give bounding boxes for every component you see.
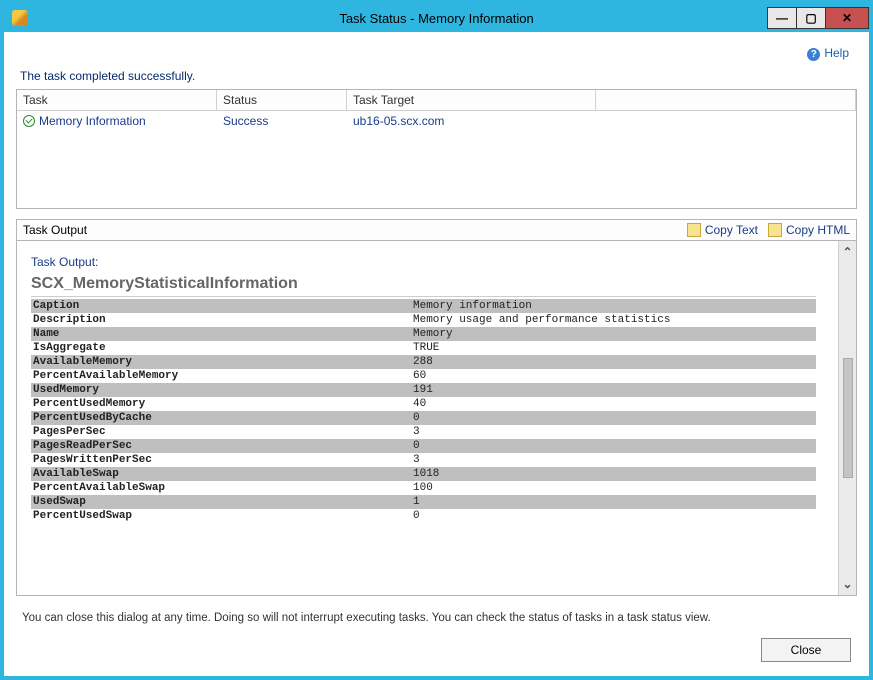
kv-row: CaptionMemory information bbox=[31, 299, 816, 313]
help-icon: ? bbox=[807, 48, 820, 61]
cell-status: Success bbox=[217, 111, 347, 131]
kv-key: PagesReadPerSec bbox=[31, 439, 411, 453]
copy-html-label: Copy HTML bbox=[786, 223, 850, 237]
scroll-thumb[interactable] bbox=[843, 358, 853, 478]
cell-empty bbox=[596, 111, 856, 131]
kv-row: PercentUsedSwap0 bbox=[31, 509, 816, 523]
kv-row: PercentAvailableMemory60 bbox=[31, 369, 816, 383]
maximize-button[interactable]: ▢ bbox=[796, 7, 826, 29]
status-message: The task completed successfully. bbox=[16, 63, 857, 89]
help-row: ? Help bbox=[16, 42, 857, 63]
kv-value: 0 bbox=[411, 439, 816, 453]
copy-text-label: Copy Text bbox=[705, 223, 758, 237]
kv-row: PagesPerSec3 bbox=[31, 425, 816, 439]
help-label: Help bbox=[824, 46, 849, 60]
task-name: Memory Information bbox=[39, 114, 146, 128]
kv-row: PercentUsedByCache0 bbox=[31, 411, 816, 425]
kv-value: 40 bbox=[411, 397, 816, 411]
kv-row: DescriptionMemory usage and performance … bbox=[31, 313, 816, 327]
kv-key: Caption bbox=[31, 299, 411, 313]
kv-key: PagesPerSec bbox=[31, 425, 411, 439]
app-icon bbox=[12, 10, 28, 26]
kv-value: Memory usage and performance statistics bbox=[411, 313, 816, 327]
col-header-status[interactable]: Status bbox=[217, 90, 347, 110]
copy-icon bbox=[687, 223, 701, 237]
window-controls: — ▢ ✕ bbox=[768, 7, 869, 29]
task-table-header: Task Status Task Target bbox=[17, 90, 856, 111]
kv-row: PagesWrittenPerSec3 bbox=[31, 453, 816, 467]
kv-row: UsedSwap1 bbox=[31, 495, 816, 509]
scroll-down-icon[interactable]: ⌄ bbox=[842, 577, 852, 591]
copy-text-button[interactable]: Copy Text bbox=[687, 223, 758, 237]
kv-row: IsAggregateTRUE bbox=[31, 341, 816, 355]
kv-table: CaptionMemory informationDescriptionMemo… bbox=[31, 299, 816, 523]
table-row[interactable]: Memory Information Success ub16-05.scx.c… bbox=[17, 111, 856, 131]
minimize-button[interactable]: — bbox=[767, 7, 797, 29]
success-icon bbox=[23, 115, 35, 127]
kv-value: Memory information bbox=[411, 299, 816, 313]
window-close-button[interactable]: ✕ bbox=[825, 7, 869, 29]
cell-task: Memory Information bbox=[17, 111, 217, 131]
kv-row: AvailableSwap1018 bbox=[31, 467, 816, 481]
kv-value: 3 bbox=[411, 453, 816, 467]
kv-row: PagesReadPerSec0 bbox=[31, 439, 816, 453]
window-frame: Task Status - Memory Information — ▢ ✕ ?… bbox=[0, 0, 873, 680]
kv-value: Memory bbox=[411, 327, 816, 341]
output-header-label: Task Output bbox=[23, 223, 87, 237]
col-header-target[interactable]: Task Target bbox=[347, 90, 596, 110]
kv-key: PercentUsedSwap bbox=[31, 509, 411, 523]
kv-key: PercentUsedMemory bbox=[31, 397, 411, 411]
kv-row: PercentUsedMemory40 bbox=[31, 397, 816, 411]
kv-row: PercentAvailableSwap100 bbox=[31, 481, 816, 495]
cell-target: ub16-05.scx.com bbox=[347, 111, 596, 131]
titlebar[interactable]: Task Status - Memory Information — ▢ ✕ bbox=[4, 4, 869, 32]
copy-html-button[interactable]: Copy HTML bbox=[768, 223, 850, 237]
content-area: ? Help The task completed successfully. T… bbox=[4, 32, 869, 676]
copy-icon bbox=[768, 223, 782, 237]
scrollbar[interactable]: ⌃ ⌄ bbox=[838, 241, 856, 595]
kv-key: UsedMemory bbox=[31, 383, 411, 397]
kv-value: 0 bbox=[411, 411, 816, 425]
close-button[interactable]: Close bbox=[761, 638, 851, 662]
kv-value: TRUE bbox=[411, 341, 816, 355]
output-panel: Task Output: SCX_MemoryStatisticalInform… bbox=[16, 241, 857, 596]
help-link[interactable]: ? Help bbox=[807, 46, 849, 60]
kv-row: NameMemory bbox=[31, 327, 816, 341]
kv-key: AvailableMemory bbox=[31, 355, 411, 369]
kv-key: AvailableSwap bbox=[31, 467, 411, 481]
col-header-task[interactable]: Task bbox=[17, 90, 217, 110]
kv-key: PercentAvailableMemory bbox=[31, 369, 411, 383]
kv-value: 1018 bbox=[411, 467, 816, 481]
kv-key: PagesWrittenPerSec bbox=[31, 453, 411, 467]
kv-value: 1 bbox=[411, 495, 816, 509]
scroll-up-icon[interactable]: ⌃ bbox=[842, 245, 852, 259]
kv-key: PercentAvailableSwap bbox=[31, 481, 411, 495]
window-title: Task Status - Memory Information bbox=[4, 11, 869, 26]
task-output-label: Task Output: bbox=[31, 255, 816, 269]
kv-value: 3 bbox=[411, 425, 816, 439]
kv-key: Description bbox=[31, 313, 411, 327]
kv-value: 100 bbox=[411, 481, 816, 495]
scx-title: SCX_MemoryStatisticalInformation bbox=[31, 275, 816, 297]
footer-note: You can close this dialog at any time. D… bbox=[16, 596, 857, 632]
output-scroll[interactable]: Task Output: SCX_MemoryStatisticalInform… bbox=[17, 241, 838, 595]
kv-value: 0 bbox=[411, 509, 816, 523]
kv-value: 191 bbox=[411, 383, 816, 397]
kv-row: AvailableMemory288 bbox=[31, 355, 816, 369]
kv-value: 288 bbox=[411, 355, 816, 369]
button-row: Close bbox=[16, 632, 857, 666]
kv-key: PercentUsedByCache bbox=[31, 411, 411, 425]
task-table: Task Status Task Target Memory Informati… bbox=[16, 89, 857, 209]
kv-key: Name bbox=[31, 327, 411, 341]
kv-value: 60 bbox=[411, 369, 816, 383]
col-header-empty bbox=[596, 90, 856, 110]
kv-row: UsedMemory191 bbox=[31, 383, 816, 397]
kv-key: IsAggregate bbox=[31, 341, 411, 355]
kv-key: UsedSwap bbox=[31, 495, 411, 509]
output-header: Task Output Copy Text Copy HTML bbox=[16, 219, 857, 241]
